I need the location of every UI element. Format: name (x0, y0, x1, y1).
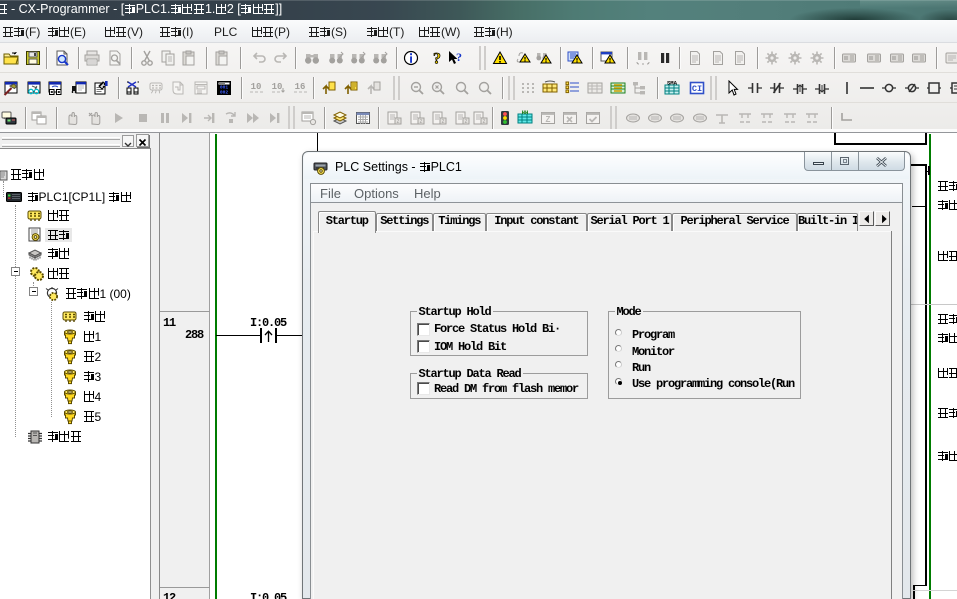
svg-text:z: z (483, 119, 486, 125)
svg-text:Z: Z (546, 115, 551, 124)
svg-text:z: z (442, 119, 445, 125)
svg-text:CI: CI (692, 84, 702, 94)
svg-text:z: z (397, 119, 400, 125)
svg-text:SMA: SMA (667, 80, 678, 87)
svg-text:16: 16 (295, 82, 306, 92)
svg-text:002: 002 (220, 89, 229, 95)
svg-text:10: 10 (272, 82, 283, 92)
svg-text:?: ? (433, 51, 441, 67)
svg-text:z: z (465, 119, 468, 125)
svg-text:z: z (420, 119, 423, 125)
svg-text:HH: HH (522, 110, 528, 116)
svg-text:10: 10 (251, 82, 262, 92)
svg-text:?: ? (456, 50, 462, 64)
